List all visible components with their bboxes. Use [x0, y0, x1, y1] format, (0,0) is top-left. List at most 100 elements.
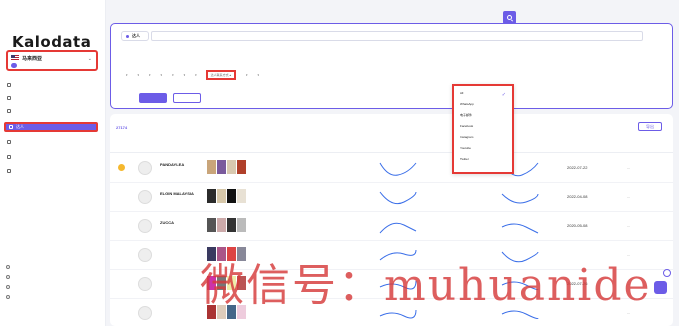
region-selector[interactable]: 马来西亚 ⌄ [6, 50, 98, 71]
dropdown-filter[interactable]: ▾ [246, 73, 248, 77]
dropdown-filter[interactable]: ▾ [257, 73, 259, 77]
dropdown-filter[interactable]: ▾ [195, 73, 197, 77]
dropdown-filter[interactable]: ▾ [149, 73, 151, 77]
user-icon [6, 265, 10, 269]
dropdown-filter[interactable]: ▾ [138, 73, 140, 77]
video-thumbnails[interactable] [207, 247, 247, 261]
thumbnail-image[interactable] [207, 247, 216, 261]
menu-item-contact-option[interactable]: Facebook [460, 124, 473, 128]
avatar[interactable] [138, 161, 152, 175]
trend-sparkline [501, 193, 539, 204]
thumbnail-image[interactable] [217, 305, 226, 319]
thumbnail-image[interactable] [227, 276, 236, 290]
sidebar-item-videos[interactable] [4, 137, 98, 147]
chat-icon[interactable] [663, 269, 671, 277]
thumbnail-image[interactable] [217, 276, 226, 290]
thumbnail-image[interactable] [227, 160, 236, 174]
more-icon[interactable]: ... [627, 281, 630, 286]
thumbnail-image[interactable] [237, 247, 246, 261]
creator-name[interactable]: PANDAYLEA [160, 162, 184, 167]
avatar[interactable] [138, 190, 152, 204]
thumbnail-image[interactable] [227, 189, 236, 203]
table-row[interactable]: 2022-07-26... [110, 270, 673, 299]
avatar[interactable] [138, 277, 152, 291]
sidebar-footer-item[interactable] [6, 283, 13, 291]
thumbnail-image[interactable] [207, 305, 216, 319]
video-thumbnails[interactable] [207, 305, 247, 319]
more-icon[interactable]: ... [627, 223, 630, 228]
brand-logo[interactable]: Kalodata [12, 33, 91, 51]
menu-item-contact-option[interactable]: WhatsApp [460, 102, 474, 106]
more-icon[interactable]: ... [627, 310, 630, 315]
dropdown-date[interactable]: ▾ [126, 73, 128, 77]
trend-sparkline [501, 223, 539, 234]
sidebar-footer-item[interactable] [6, 273, 13, 281]
sidebar-item-creators[interactable]: 达人 [4, 122, 98, 132]
thumbnail-image[interactable] [237, 160, 246, 174]
video-thumbnails[interactable] [207, 189, 247, 203]
type-selector[interactable]: 达人 [121, 31, 149, 41]
thumbnail-image[interactable] [237, 189, 246, 203]
sidebar-item-home[interactable] [4, 80, 98, 90]
reset-button[interactable] [173, 93, 201, 103]
dropdown-filter[interactable]: ▾ [161, 73, 163, 77]
apply-button[interactable] [139, 93, 167, 103]
table-row[interactable]: PANDAYLEA 2022-07-22... [110, 154, 673, 183]
thumbnail-image[interactable] [227, 247, 236, 261]
radio-icon [126, 34, 129, 38]
support-icon[interactable] [654, 281, 667, 294]
sidebar-item-shops[interactable] [4, 93, 98, 103]
thumbnail-image[interactable] [237, 218, 246, 232]
thumbnail-image[interactable] [237, 305, 246, 319]
creator-name[interactable]: ELGIN MALAYSIA [160, 191, 194, 196]
shop-icon [7, 96, 11, 100]
avatar[interactable] [138, 248, 152, 262]
table-row[interactable]: ... [110, 299, 673, 326]
menu-item-contact-option[interactable]: Instagram [460, 135, 473, 139]
thumbnail-image[interactable] [227, 305, 236, 319]
table-row[interactable]: ZUCCA 2020-05-08... [110, 212, 673, 241]
sidebar-item-live[interactable] [4, 152, 98, 162]
more-icon[interactable]: ... [627, 165, 630, 170]
thumbnail-image[interactable] [217, 247, 226, 261]
sidebar-footer-item[interactable] [6, 263, 13, 271]
date-value: 2022-07-22 [567, 165, 588, 170]
menu-item-contact-option[interactable]: Youtube [460, 146, 471, 150]
video-thumbnails[interactable] [207, 218, 247, 232]
thumbnail-image[interactable] [217, 218, 226, 232]
avatar[interactable] [138, 306, 152, 320]
menu-item-contact-option[interactable]: 电子邮件 [460, 113, 472, 117]
table-row[interactable]: ELGIN MALAYSIA 2022-04-08... [110, 183, 673, 212]
sidebar-item-topics[interactable] [4, 166, 98, 176]
dropdown-creator-contact[interactable]: 达人联系方式 ▴ [205, 70, 236, 80]
thumbnail-image[interactable] [207, 218, 216, 232]
sidebar-footer-item[interactable] [6, 293, 13, 301]
dropdown-filter[interactable]: ▾ [172, 73, 174, 77]
video-thumbnails[interactable] [207, 276, 247, 290]
thumbnail-image[interactable] [237, 276, 246, 290]
chevron-down-icon: ⌄ [87, 56, 92, 62]
avatar[interactable] [138, 219, 152, 233]
table-row[interactable]: ... [110, 241, 673, 270]
video-icon [7, 140, 11, 144]
creator-name[interactable]: ZUCCA [160, 220, 174, 225]
top-bar [106, 0, 679, 20]
sidebar-item-products[interactable] [4, 106, 98, 116]
search-input[interactable] [151, 31, 643, 41]
dropdown-filter[interactable]: ▾ [184, 73, 186, 77]
check-icon: ✓ [501, 92, 506, 98]
thumbnail-image[interactable] [217, 189, 226, 203]
search-button[interactable] [503, 11, 516, 24]
thumbnail-image[interactable] [217, 160, 226, 174]
thumbnail-image[interactable] [207, 276, 216, 290]
menu-item-contact-option[interactable]: Twitter [460, 157, 469, 161]
thumbnail-image[interactable] [207, 160, 216, 174]
more-icon[interactable]: ... [627, 194, 630, 199]
more-icon[interactable]: ... [627, 252, 630, 257]
thumbnail-image[interactable] [207, 189, 216, 203]
export-button[interactable]: 导出 [638, 122, 662, 131]
menu-item-contact-option[interactable]: All [460, 91, 463, 95]
thumbnail-image[interactable] [227, 218, 236, 232]
video-thumbnails[interactable] [207, 160, 247, 174]
headset-icon [6, 295, 10, 299]
